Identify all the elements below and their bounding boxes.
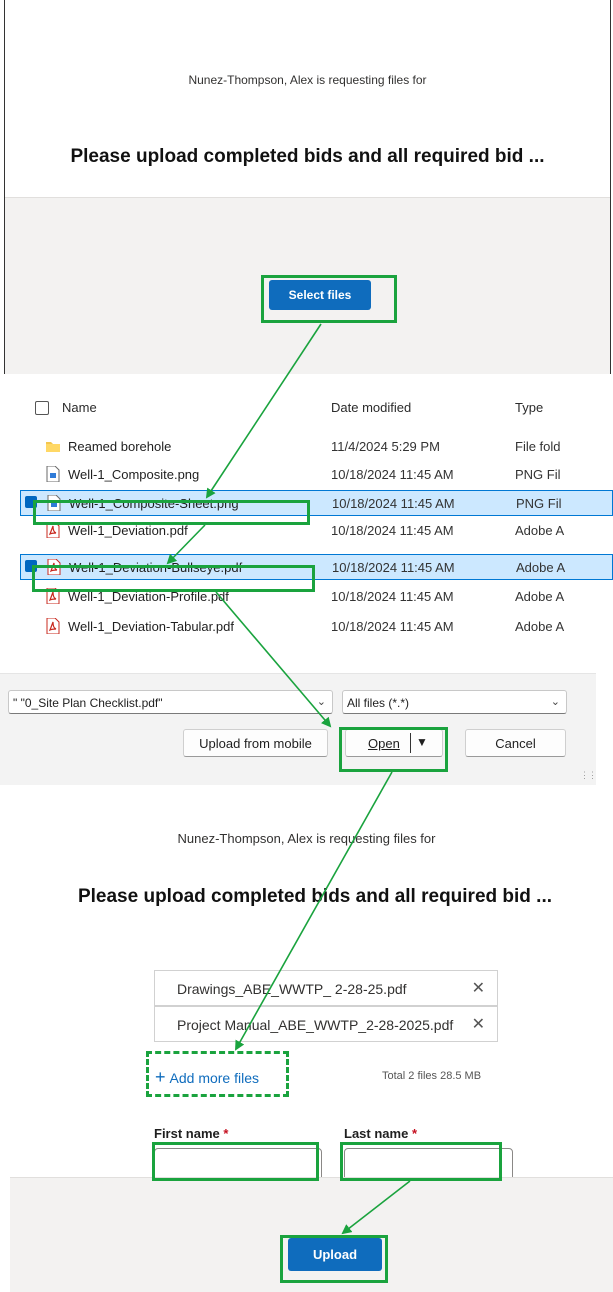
pdf-file-icon — [47, 559, 61, 575]
checkbox-checked-icon[interactable] — [25, 560, 37, 572]
file-row[interactable]: Well-1_Deviation-Profile.pdf 10/18/2024 1… — [0, 584, 600, 610]
add-more-files-link[interactable]: + Add more files — [155, 1067, 259, 1088]
request-panel: Nunez-Thompson, Alex is requesting files… — [4, 0, 611, 374]
pdf-file-icon — [46, 588, 60, 604]
file-date: 10/18/2024 11:45 AM — [331, 589, 454, 604]
png-file-icon — [47, 495, 61, 511]
open-button-label: Open — [368, 736, 400, 751]
select-all-checkbox[interactable] — [35, 401, 49, 415]
file-row[interactable]: Well-1_Deviation-Tabular.pdf 10/18/2024 1… — [0, 614, 600, 640]
filename-value: " "0_Site Plan Checklist.pdf" — [13, 696, 163, 710]
add-more-files-label: Add more files — [169, 1070, 259, 1086]
upload-footer: Upload — [10, 1177, 613, 1292]
chevron-down-icon[interactable]: ⌄ — [317, 695, 326, 708]
file-name: Well-1_Deviation-Profile.pdf — [68, 589, 229, 604]
plus-icon: + — [155, 1067, 166, 1087]
column-date-modified[interactable]: Date modified — [331, 400, 411, 415]
file-date: 10/18/2024 11:45 AM — [332, 560, 455, 575]
last-name-label-text: Last name — [344, 1126, 409, 1141]
upload-form-panel: Nunez-Thompson, Alex is requesting files… — [0, 785, 613, 1292]
folder-icon — [46, 442, 60, 452]
selected-file-item: Project Manual_ABE_WWTP_2-28-2025.pdf ✕ — [154, 1006, 498, 1042]
file-row[interactable]: Well-1_Deviation-Bullseye.pdf 10/18/2024 … — [20, 554, 613, 580]
selected-file-name: Project Manual_ABE_WWTP_2-28-2025.pdf — [177, 1017, 454, 1033]
file-name: Well-1_Deviation-Bullseye.pdf — [69, 560, 243, 575]
file-type: File fold — [515, 439, 561, 454]
first-name-label-text: First name — [154, 1126, 220, 1141]
cancel-button[interactable]: Cancel — [465, 729, 566, 757]
file-name: Well-1_Composite.png — [68, 467, 200, 482]
resize-grip-icon[interactable]: ⋮⋮ — [580, 770, 597, 781]
filename-combobox[interactable]: " "0_Site Plan Checklist.pdf" ⌄ — [8, 690, 333, 714]
file-dialog: Name Date modified Type Reamed borehole 1… — [0, 380, 613, 786]
open-button[interactable]: Open ▼ — [345, 729, 443, 757]
upload-button[interactable]: Upload — [288, 1238, 382, 1271]
total-size-text: Total 2 files 28.5 MB — [382, 1070, 482, 1082]
file-date: 10/18/2024 11:45 AM — [331, 523, 454, 538]
caret-down-icon[interactable]: ▼ — [416, 735, 428, 749]
pdf-file-icon — [46, 618, 60, 634]
file-type: Adobe A — [515, 523, 565, 538]
requesting-text: Nunez-Thompson, Alex is requesting files… — [177, 831, 436, 846]
selected-file-item: Drawings_ABE_WWTP_ 2-28-25.pdf ✕ — [154, 970, 498, 1006]
file-type-filter[interactable]: All files (*.*) ⌄ — [342, 690, 567, 714]
column-name[interactable]: Name — [62, 400, 97, 415]
dialog-footer: " "0_Site Plan Checklist.pdf" ⌄ All file… — [0, 673, 597, 786]
close-icon[interactable]: ✕ — [472, 978, 485, 998]
file-list-header: Name Date modified Type — [0, 380, 613, 420]
first-name-label: First name * — [154, 1126, 228, 1141]
file-type: Adobe A — [515, 619, 565, 634]
requesting-text: Nunez-Thompson, Alex is requesting files… — [188, 73, 427, 87]
file-name: Well-1_Deviation.pdf — [68, 523, 188, 538]
chevron-down-icon[interactable]: ⌄ — [551, 695, 560, 708]
open-split-divider — [410, 733, 411, 753]
file-name: Well-1_Composite-Sheet.png — [69, 496, 239, 511]
file-date: 10/18/2024 11:45 AM — [331, 619, 454, 634]
pdf-file-icon — [46, 522, 60, 538]
file-date: 10/18/2024 11:45 AM — [331, 467, 454, 482]
file-date: 11/4/2024 5:29 PM — [331, 439, 440, 454]
request-footer: Select files — [5, 197, 610, 374]
file-date: 10/18/2024 11:45 AM — [332, 496, 455, 511]
selected-file-name: Drawings_ABE_WWTP_ 2-28-25.pdf — [177, 981, 407, 997]
file-type: Adobe A — [515, 589, 565, 604]
last-name-label: Last name * — [344, 1126, 417, 1141]
request-title: Please upload completed bids and all req… — [70, 146, 545, 167]
file-row[interactable]: Well-1_Composite.png 10/18/2024 11:45 AM P… — [0, 462, 600, 488]
filter-value: All files (*.*) — [347, 696, 410, 710]
required-mark: * — [223, 1126, 229, 1141]
checkbox-checked-icon[interactable] — [25, 496, 37, 508]
file-row[interactable]: Reamed borehole 11/4/2024 5:29 PM File fol… — [0, 434, 600, 460]
required-mark: * — [411, 1126, 417, 1141]
file-row[interactable]: Well-1_Deviation.pdf 10/18/2024 11:45 AM A… — [0, 518, 600, 544]
file-type: PNG Fil — [516, 496, 562, 511]
file-name: Well-1_Deviation-Tabular.pdf — [68, 619, 234, 634]
upload-from-mobile-button[interactable]: Upload from mobile — [183, 729, 328, 757]
file-row[interactable]: Well-1_Composite-Sheet.png 10/18/2024 11:… — [20, 490, 613, 516]
file-type: PNG Fil — [515, 467, 561, 482]
png-file-icon — [46, 466, 60, 482]
column-type[interactable]: Type — [515, 400, 543, 415]
select-files-button[interactable]: Select files — [269, 280, 371, 310]
file-type: Adobe A — [516, 560, 566, 575]
file-name: Reamed borehole — [68, 439, 172, 454]
close-icon[interactable]: ✕ — [472, 1014, 485, 1034]
request-title: Please upload completed bids and all req… — [77, 886, 553, 907]
